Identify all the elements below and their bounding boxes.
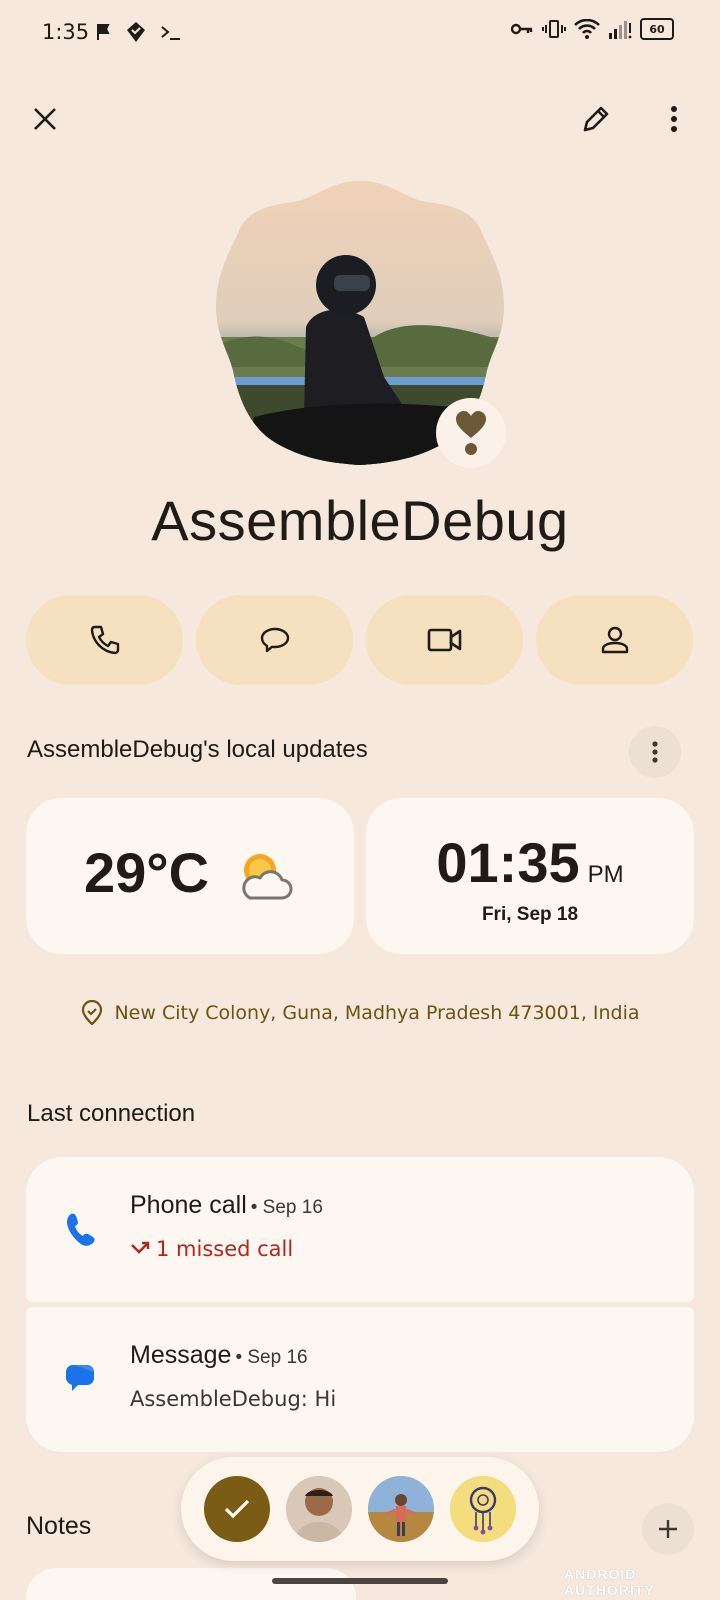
dreamcatcher-icon — [450, 1476, 516, 1542]
call-button[interactable] — [26, 595, 183, 685]
message-text: Hi — [314, 1387, 337, 1411]
message-icon-wrap — [60, 1359, 100, 1399]
message-preview: AssembleDebug: Hi — [130, 1387, 336, 1411]
clock-time-row: 01:35 PM — [366, 830, 694, 895]
check-icon — [224, 1499, 250, 1519]
favorite-heart-icon — [456, 411, 486, 455]
weather-temperature: 29°C — [84, 841, 210, 904]
location-text: New City Colony, Guna, Madhya Pradesh 47… — [114, 1002, 640, 1024]
status-time: 1:35 — [42, 20, 90, 44]
vpn-key-icon — [510, 23, 533, 35]
notes-card[interactable] — [26, 1568, 356, 1600]
quick-actions — [26, 595, 693, 685]
call-title-row: Phone call • Sep 16 — [130, 1191, 323, 1220]
location-row[interactable]: New City Colony, Guna, Madhya Pradesh 47… — [0, 1000, 720, 1026]
vibrate-icon — [542, 20, 566, 38]
google-messages-icon — [66, 1365, 94, 1391]
call-title: Phone call — [130, 1191, 247, 1219]
missed-call-row: 1 missed call — [130, 1237, 293, 1261]
message-button[interactable] — [196, 595, 353, 685]
message-title-row: Message • Sep 16 — [130, 1341, 308, 1370]
terminal-icon — [161, 26, 180, 40]
missed-call-text: 1 missed call — [156, 1237, 294, 1261]
message-title: Message — [130, 1341, 232, 1369]
avatar — [368, 1476, 434, 1542]
last-connection-message[interactable]: Message • Sep 16 AssembleDebug: Hi — [26, 1307, 694, 1452]
plus-icon — [659, 1520, 677, 1538]
call-date: • Sep 16 — [250, 1197, 323, 1218]
weather-card[interactable]: 29°C — [26, 798, 354, 954]
edit-button[interactable] — [570, 93, 622, 145]
contact-info-button[interactable] — [536, 595, 693, 685]
missed-call-icon — [131, 1241, 150, 1254]
pencil-icon — [583, 106, 609, 132]
location-check-icon — [127, 22, 145, 42]
message-date: • Sep 16 — [235, 1347, 308, 1368]
more-options-button[interactable] — [648, 93, 700, 145]
clock-date: Fri, Sep 18 — [481, 904, 579, 925]
contact-avatar-bubble-1[interactable] — [286, 1476, 352, 1542]
partly-cloudy-icon — [242, 854, 293, 900]
signal-icon — [609, 21, 632, 39]
contact-avatar-bubble-2[interactable] — [368, 1476, 434, 1542]
call-icon-wrap — [60, 1209, 100, 1249]
contact-page: 1:35 60 AssembleDebug AssembleDebug's lo… — [0, 0, 720, 1600]
contact-name: AssembleDebug — [151, 489, 569, 552]
video-camera-icon — [427, 628, 461, 652]
clock-time: 01:35 — [436, 831, 580, 894]
battery-indicator: 60 — [640, 18, 674, 40]
phone-icon — [90, 625, 119, 655]
flag-icon — [97, 24, 110, 40]
message-sender: AssembleDebug: — [130, 1387, 308, 1411]
local-updates-title: AssembleDebug's local updates — [27, 736, 368, 763]
status-bar: 1:35 60 — [0, 0, 720, 70]
local-updates-options-button[interactable] — [629, 726, 681, 778]
message-icon — [260, 627, 289, 653]
phone-call-icon — [67, 1213, 95, 1246]
more-vert-icon — [671, 106, 677, 132]
contact-avatar-bubble-3[interactable] — [450, 1476, 516, 1542]
favorite-badge[interactable] — [436, 398, 506, 468]
close-button[interactable] — [19, 93, 71, 145]
last-connection-title: Last connection — [27, 1100, 196, 1127]
notes-title: Notes — [26, 1512, 92, 1540]
gesture-nav-handle[interactable] — [272, 1578, 448, 1584]
selected-contact-bubble[interactable] — [204, 1476, 270, 1542]
status-right-icons: 60 — [510, 18, 674, 40]
avatar — [286, 1476, 352, 1542]
location-check-icon — [82, 1000, 103, 1026]
person-icon — [601, 626, 628, 654]
clock-card[interactable]: 01:35 PM Fri, Sep 18 — [366, 798, 694, 954]
watermark: ANDROID AUTHORITY — [564, 1566, 655, 1598]
close-icon — [34, 108, 56, 130]
more-vert-icon — [652, 741, 658, 763]
status-left-icons — [96, 20, 182, 44]
last-connection-call[interactable]: Phone call • Sep 16 1 missed call — [26, 1157, 694, 1302]
contact-switcher-bar — [181, 1457, 539, 1561]
clock-ampm: PM — [587, 861, 624, 888]
add-note-button[interactable] — [642, 1503, 694, 1555]
video-call-button[interactable] — [366, 595, 523, 685]
wifi-icon — [574, 19, 600, 39]
